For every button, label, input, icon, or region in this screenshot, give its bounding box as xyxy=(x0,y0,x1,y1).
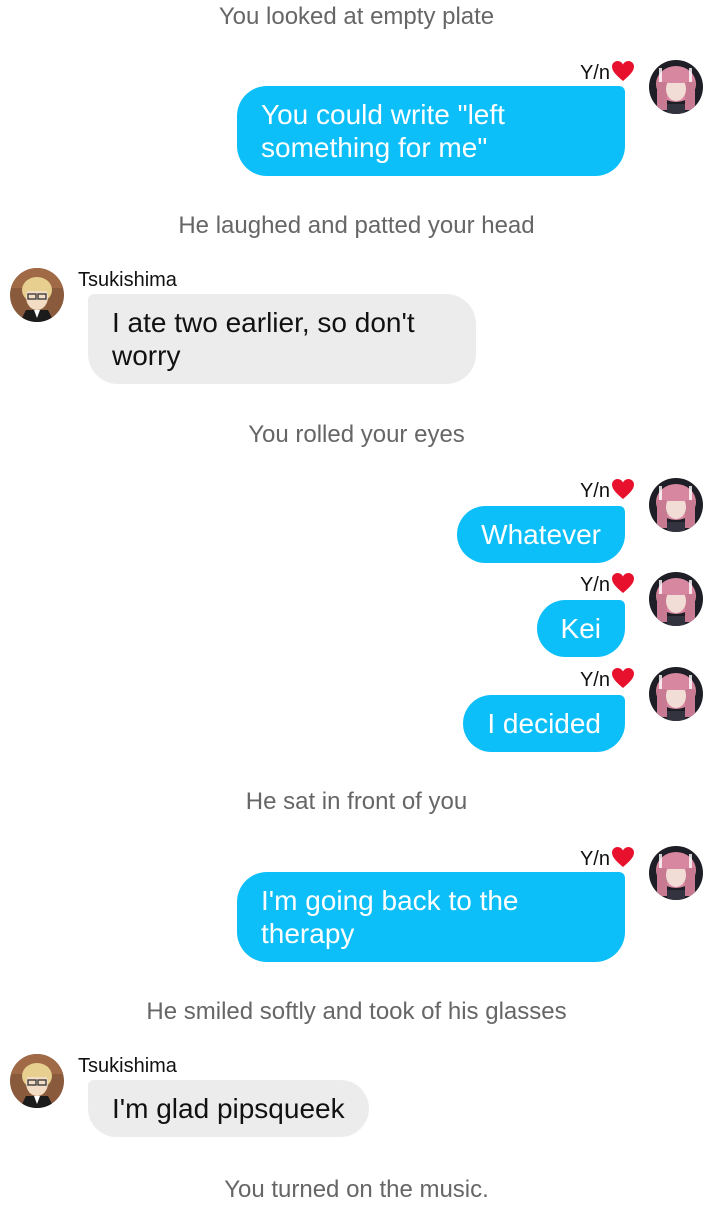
sender-name: Y/n xyxy=(580,478,635,503)
avatar[interactable] xyxy=(649,572,703,626)
sender-name: Tsukishima xyxy=(78,269,177,291)
sender-name: Y/n xyxy=(580,60,635,85)
narration-text: He laughed and patted your head xyxy=(178,212,535,239)
message-bubble[interactable]: I ate two earlier, so don't worry xyxy=(88,294,476,384)
avatar[interactable] xyxy=(649,478,703,532)
pink-haired-avatar-icon xyxy=(649,667,703,721)
message-bubble[interactable]: I decided xyxy=(463,695,625,752)
message-bubble[interactable]: Whatever xyxy=(457,506,625,563)
pink-haired-avatar-icon xyxy=(649,846,703,900)
red-heart-icon xyxy=(612,668,634,688)
pink-haired-avatar-icon xyxy=(649,60,703,114)
sender-name: Tsukishima xyxy=(78,1055,177,1077)
message-bubble[interactable]: You could write "left something for me" xyxy=(237,86,625,176)
narration-text: He smiled softly and took of his glasses xyxy=(146,998,567,1025)
message-bubble[interactable]: Kei xyxy=(536,600,625,657)
red-heart-icon xyxy=(612,573,634,593)
narration-text: You rolled your eyes xyxy=(248,421,465,448)
red-heart-icon xyxy=(612,61,634,81)
sender-name: Y/n xyxy=(580,846,635,871)
red-heart-icon xyxy=(612,479,634,499)
message-bubble[interactable]: I'm glad pipsqueek xyxy=(88,1080,369,1137)
avatar[interactable] xyxy=(10,1054,64,1108)
avatar[interactable] xyxy=(649,667,703,721)
message-bubble[interactable]: I'm going back to the therapy xyxy=(237,872,625,962)
avatar[interactable] xyxy=(649,60,703,114)
blond-glasses-avatar-icon xyxy=(10,268,64,322)
narration-text: You looked at empty plate xyxy=(218,3,495,30)
pink-haired-avatar-icon xyxy=(649,572,703,626)
sender-name: Y/n xyxy=(580,572,635,597)
blond-glasses-avatar-icon xyxy=(10,1054,64,1108)
avatar[interactable] xyxy=(10,268,64,322)
red-heart-icon xyxy=(612,847,634,867)
avatar[interactable] xyxy=(649,846,703,900)
narration-text: He sat in front of you xyxy=(245,788,468,815)
narration-text: You turned on the music. xyxy=(224,1176,489,1203)
pink-haired-avatar-icon xyxy=(649,478,703,532)
sender-name: Y/n xyxy=(580,667,635,692)
